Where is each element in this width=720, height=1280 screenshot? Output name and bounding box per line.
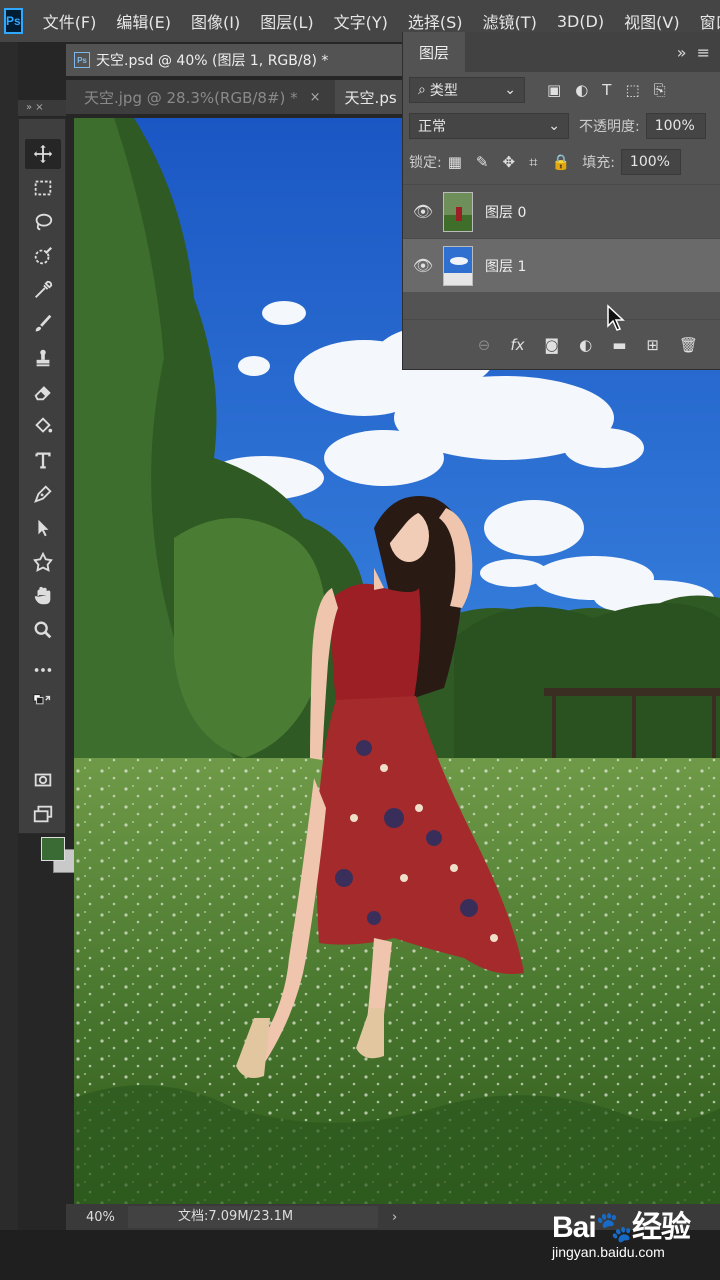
left-gutter — [0, 42, 18, 1280]
brush-tool-icon[interactable] — [25, 309, 61, 339]
fill-label: 填充: — [582, 155, 615, 171]
type-filter-icon[interactable]: T — [602, 81, 611, 99]
shape-tool-icon[interactable] — [25, 547, 61, 577]
active-document-tab[interactable]: 天空.psd @ 40% (图层 1, RGB/8) * — [96, 50, 328, 70]
blend-row: 正常 ⌄ 不透明度: 100% — [403, 108, 720, 144]
lock-pixels-icon[interactable]: ▦ — [448, 153, 462, 171]
document-tab-bar: Ps 天空.psd @ 40% (图层 1, RGB/8) * — [66, 44, 406, 76]
lock-paint-icon[interactable]: ✎ — [476, 153, 489, 171]
hand-tool-icon[interactable] — [25, 581, 61, 611]
adjustment-icon[interactable]: ◐ — [579, 336, 592, 354]
document-tab-psd[interactable]: 天空.ps — [334, 80, 406, 114]
kind-filter-value: 类型 — [429, 83, 458, 99]
visibility-eye-icon[interactable]: 👁 — [403, 202, 443, 221]
close-icon[interactable]: × — [310, 90, 321, 105]
baidu-jingyan-watermark: Bai🐾经验 jingyan.baidu.com — [552, 1202, 720, 1266]
foreground-color-swatch[interactable] — [41, 837, 65, 861]
layers-panel-header: 图层 » ≡ — [403, 32, 720, 72]
menu-select[interactable]: 选择(S) — [408, 9, 463, 33]
layer-name: 图层 0 — [485, 204, 527, 221]
mask-icon[interactable]: ◙ — [545, 336, 560, 354]
paint-bucket-tool-icon[interactable] — [25, 411, 61, 441]
fill-field[interactable]: 100% — [620, 149, 681, 175]
watermark-url: jingyan.baidu.com — [552, 1244, 665, 1260]
fill-value: 100% — [629, 154, 670, 170]
chevron-down-icon: ⌄ — [548, 118, 560, 134]
search-icon: ⌕ — [418, 82, 426, 98]
lasso-tool-icon[interactable] — [25, 207, 61, 237]
kind-filter-dropdown[interactable]: ⌕ 类型 ⌄ — [409, 77, 525, 103]
layer-name: 图层 1 — [485, 258, 527, 275]
marquee-tool-icon[interactable] — [25, 173, 61, 203]
menu-view[interactable]: 视图(V) — [624, 9, 679, 33]
new-layer-icon[interactable]: ⊞ — [646, 336, 659, 354]
document-tabs: 天空.jpg @ 28.3%(RGB/8#) * × 天空.ps — [66, 80, 406, 114]
quick-mask-icon[interactable] — [25, 765, 61, 795]
eyedropper-tool-icon[interactable] — [25, 275, 61, 305]
menu-type[interactable]: 文字(Y) — [334, 9, 388, 33]
visibility-eye-icon[interactable]: 👁 — [403, 256, 443, 275]
menu-image[interactable]: 图像(I) — [191, 9, 240, 33]
opacity-label: 不透明度: — [579, 119, 640, 135]
psd-file-icon: Ps — [74, 52, 90, 68]
layers-panel-footer: ⊖ fx ◙ ◐ ▬ ⊞ 🗑 — [403, 319, 720, 369]
zoom-level-field[interactable]: 40% — [66, 1210, 128, 1225]
fx-icon[interactable]: fx — [510, 336, 524, 354]
layer-thumbnail — [443, 245, 473, 286]
photoshop-logo-icon: Ps — [4, 8, 23, 34]
layers-panel: 图层 » ≡ ⌕ 类型 ⌄ ▣ ◐ T ⬚ ⎘ 正常 ⌄ 不透明度: 100% … — [402, 32, 720, 370]
menu-edit[interactable]: 编辑(E) — [116, 9, 171, 33]
blend-mode-dropdown[interactable]: 正常 ⌄ — [409, 113, 569, 139]
lock-all-icon[interactable]: 🔒 — [552, 153, 571, 171]
shape-filter-icon[interactable]: ⬚ — [625, 81, 639, 99]
panel-menu-icon[interactable]: ≡ — [697, 43, 710, 62]
image-filter-icon[interactable]: ▣ — [547, 81, 561, 99]
layer-row[interactable]: 👁 图层 0 — [403, 184, 720, 238]
opacity-field[interactable]: 100% — [645, 113, 706, 139]
path-select-tool-icon[interactable] — [25, 513, 61, 543]
stamp-tool-icon[interactable] — [25, 343, 61, 373]
chevron-down-icon: ⌄ — [504, 82, 516, 98]
lock-row: 锁定: ▦ ✎ ✥ ⌗ 🔒 填充: 100% — [403, 144, 720, 180]
menu-filter[interactable]: 滤镜(T) — [483, 9, 537, 33]
layer-row-selected[interactable]: 👁 图层 1 — [403, 238, 720, 292]
folder-icon[interactable]: ▬ — [612, 336, 626, 354]
adjustment-filter-icon[interactable]: ◐ — [575, 81, 588, 99]
type-tool-icon[interactable] — [25, 445, 61, 475]
document-info: 文档:7.09M/23.1M — [128, 1206, 378, 1228]
blend-mode-value: 正常 — [418, 119, 446, 135]
eraser-tool-icon[interactable] — [25, 377, 61, 407]
link-icon[interactable]: ⊖ — [478, 336, 491, 354]
watermark-logo: Bai🐾经验 — [552, 1211, 691, 1244]
menu-layer[interactable]: 图层(L) — [260, 9, 313, 33]
lock-artboard-icon[interactable]: ⌗ — [529, 153, 537, 171]
menu-window[interactable]: 窗口 — [700, 9, 720, 33]
layer-thumbnail — [443, 191, 473, 232]
zoom-tool-icon[interactable] — [25, 615, 61, 645]
layers-panel-tab[interactable]: 图层 — [403, 32, 466, 72]
lock-position-icon[interactable]: ✥ — [502, 153, 515, 171]
status-menu-arrow-icon[interactable]: › — [392, 1210, 397, 1225]
menu-3d[interactable]: 3D(D) — [557, 12, 604, 31]
screen-mode-icon[interactable] — [25, 799, 61, 829]
opacity-value: 100% — [654, 118, 695, 134]
more-tools-icon[interactable] — [25, 655, 61, 685]
document-tab-psd-label: 天空.ps — [344, 88, 397, 107]
tools-panel — [18, 118, 77, 873]
quick-select-tool-icon[interactable] — [25, 241, 61, 271]
trash-icon[interactable]: 🗑 — [679, 336, 698, 354]
menu-file[interactable]: 文件(F) — [43, 9, 97, 33]
smart-object-filter-icon[interactable]: ⎘ — [654, 81, 666, 99]
collapse-panel-icon[interactable]: » — [677, 43, 687, 62]
filter-row: ⌕ 类型 ⌄ ▣ ◐ T ⬚ ⎘ — [403, 72, 720, 108]
swap-colors-icon[interactable] — [25, 691, 61, 713]
pen-tool-icon[interactable] — [25, 479, 61, 509]
lock-label: 锁定: — [409, 155, 442, 171]
mouse-cursor-icon — [607, 304, 625, 331]
document-tab-jpg[interactable]: 天空.jpg @ 28.3%(RGB/8#) * × — [66, 80, 321, 114]
toolbar-header[interactable]: » × — [18, 100, 66, 116]
document-tab-jpg-label: 天空.jpg @ 28.3%(RGB/8#) * — [84, 88, 298, 107]
move-tool-icon[interactable] — [25, 139, 61, 169]
